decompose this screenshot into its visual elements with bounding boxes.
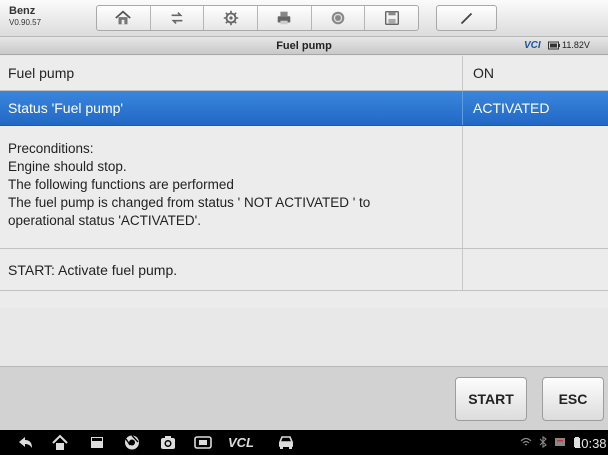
vcl-button[interactable]: VCL [228,434,254,451]
recent-apps-button[interactable] [88,434,106,451]
screenshot-button[interactable] [159,434,177,451]
car-display-icon [194,436,212,449]
top-toolbar: Benz V0.90.57 [0,0,608,37]
preconditions-text: Preconditions: Engine should stop. The f… [8,140,370,230]
camera-icon [161,436,175,449]
print-button[interactable] [258,6,312,30]
bluetooth-icon [539,436,547,448]
vehicle-menu-button[interactable] [194,434,212,451]
table-row-status-fuel-pump[interactable]: Status 'Fuel pump' ACTIVATED [0,91,608,126]
table-row-preconditions[interactable]: Preconditions: Engine should stop. The f… [0,126,608,249]
row-name: Status 'Fuel pump' [8,100,124,116]
settings-button[interactable] [204,6,259,30]
row-name: Fuel pump [8,65,75,81]
help-button[interactable] [312,6,366,30]
app-name: Benz [9,5,36,17]
system-nav-bar: VCL 10:38 [0,430,608,455]
wifi-icon [520,437,532,446]
table-row-start-instruction[interactable]: START: Activate fuel pump. [0,249,608,291]
precondition-line: The fuel pump is changed from status ' N… [8,195,371,210]
browser-button[interactable] [123,434,141,451]
app-version: V0.90.57 [9,18,42,27]
page-title: Fuel pump [276,40,332,52]
home-icon [115,10,132,25]
row-name: START: Activate fuel pump. [8,262,178,278]
battery-voltage: 11.82V [548,40,590,50]
home-nav-button[interactable] [51,434,69,451]
voltage-value: 11.82V [562,40,590,50]
browser-icon [125,435,139,450]
title-bar: Fuel pump VCI 11.82V [0,37,608,55]
home-nav-icon [52,434,68,450]
column-divider [462,126,463,248]
recent-apps-icon [91,437,103,448]
column-divider [462,91,463,125]
table-row-fuel-pump[interactable]: Fuel pump ON [0,56,608,91]
notification-icon [555,438,565,446]
home-button[interactable] [97,6,151,30]
vcl-label: VCL [228,435,254,450]
precondition-line: Preconditions: [8,141,94,156]
action-bar: START ESC [0,366,608,430]
vehicle-button[interactable] [277,434,295,451]
column-divider [462,56,463,90]
battery-icon [548,41,560,49]
pen-button[interactable] [436,5,497,31]
toolbar-button-group [96,5,419,31]
pen-icon [460,12,472,25]
vci-status-badge: VCI [524,40,541,51]
precondition-line: The following functions are performed [8,177,234,192]
precondition-line: operational status 'ACTIVATED'. [8,213,201,228]
esc-button[interactable]: ESC [542,377,604,421]
settings-icon [223,10,238,26]
row-value: ON [473,65,494,81]
clock: 10:38 [574,436,607,451]
save-button[interactable] [365,6,418,30]
car-icon [278,436,294,449]
save-icon [384,10,399,26]
back-button[interactable] [16,434,34,451]
app-brand: Benz V0.90.57 [9,5,41,28]
precondition-line: Engine should stop. [8,159,127,174]
print-icon [278,11,291,25]
column-divider [462,249,463,290]
help-icon [331,11,345,25]
vehicle-swap-button[interactable] [151,6,205,30]
start-button[interactable]: START [455,377,527,421]
data-table: Fuel pump ON Status 'Fuel pump' ACTIVATE… [0,56,608,308]
row-value: ACTIVATED [473,100,550,116]
vci-label: VCI [524,40,541,51]
back-icon [19,437,32,448]
vehicle-swap-icon [171,12,183,24]
